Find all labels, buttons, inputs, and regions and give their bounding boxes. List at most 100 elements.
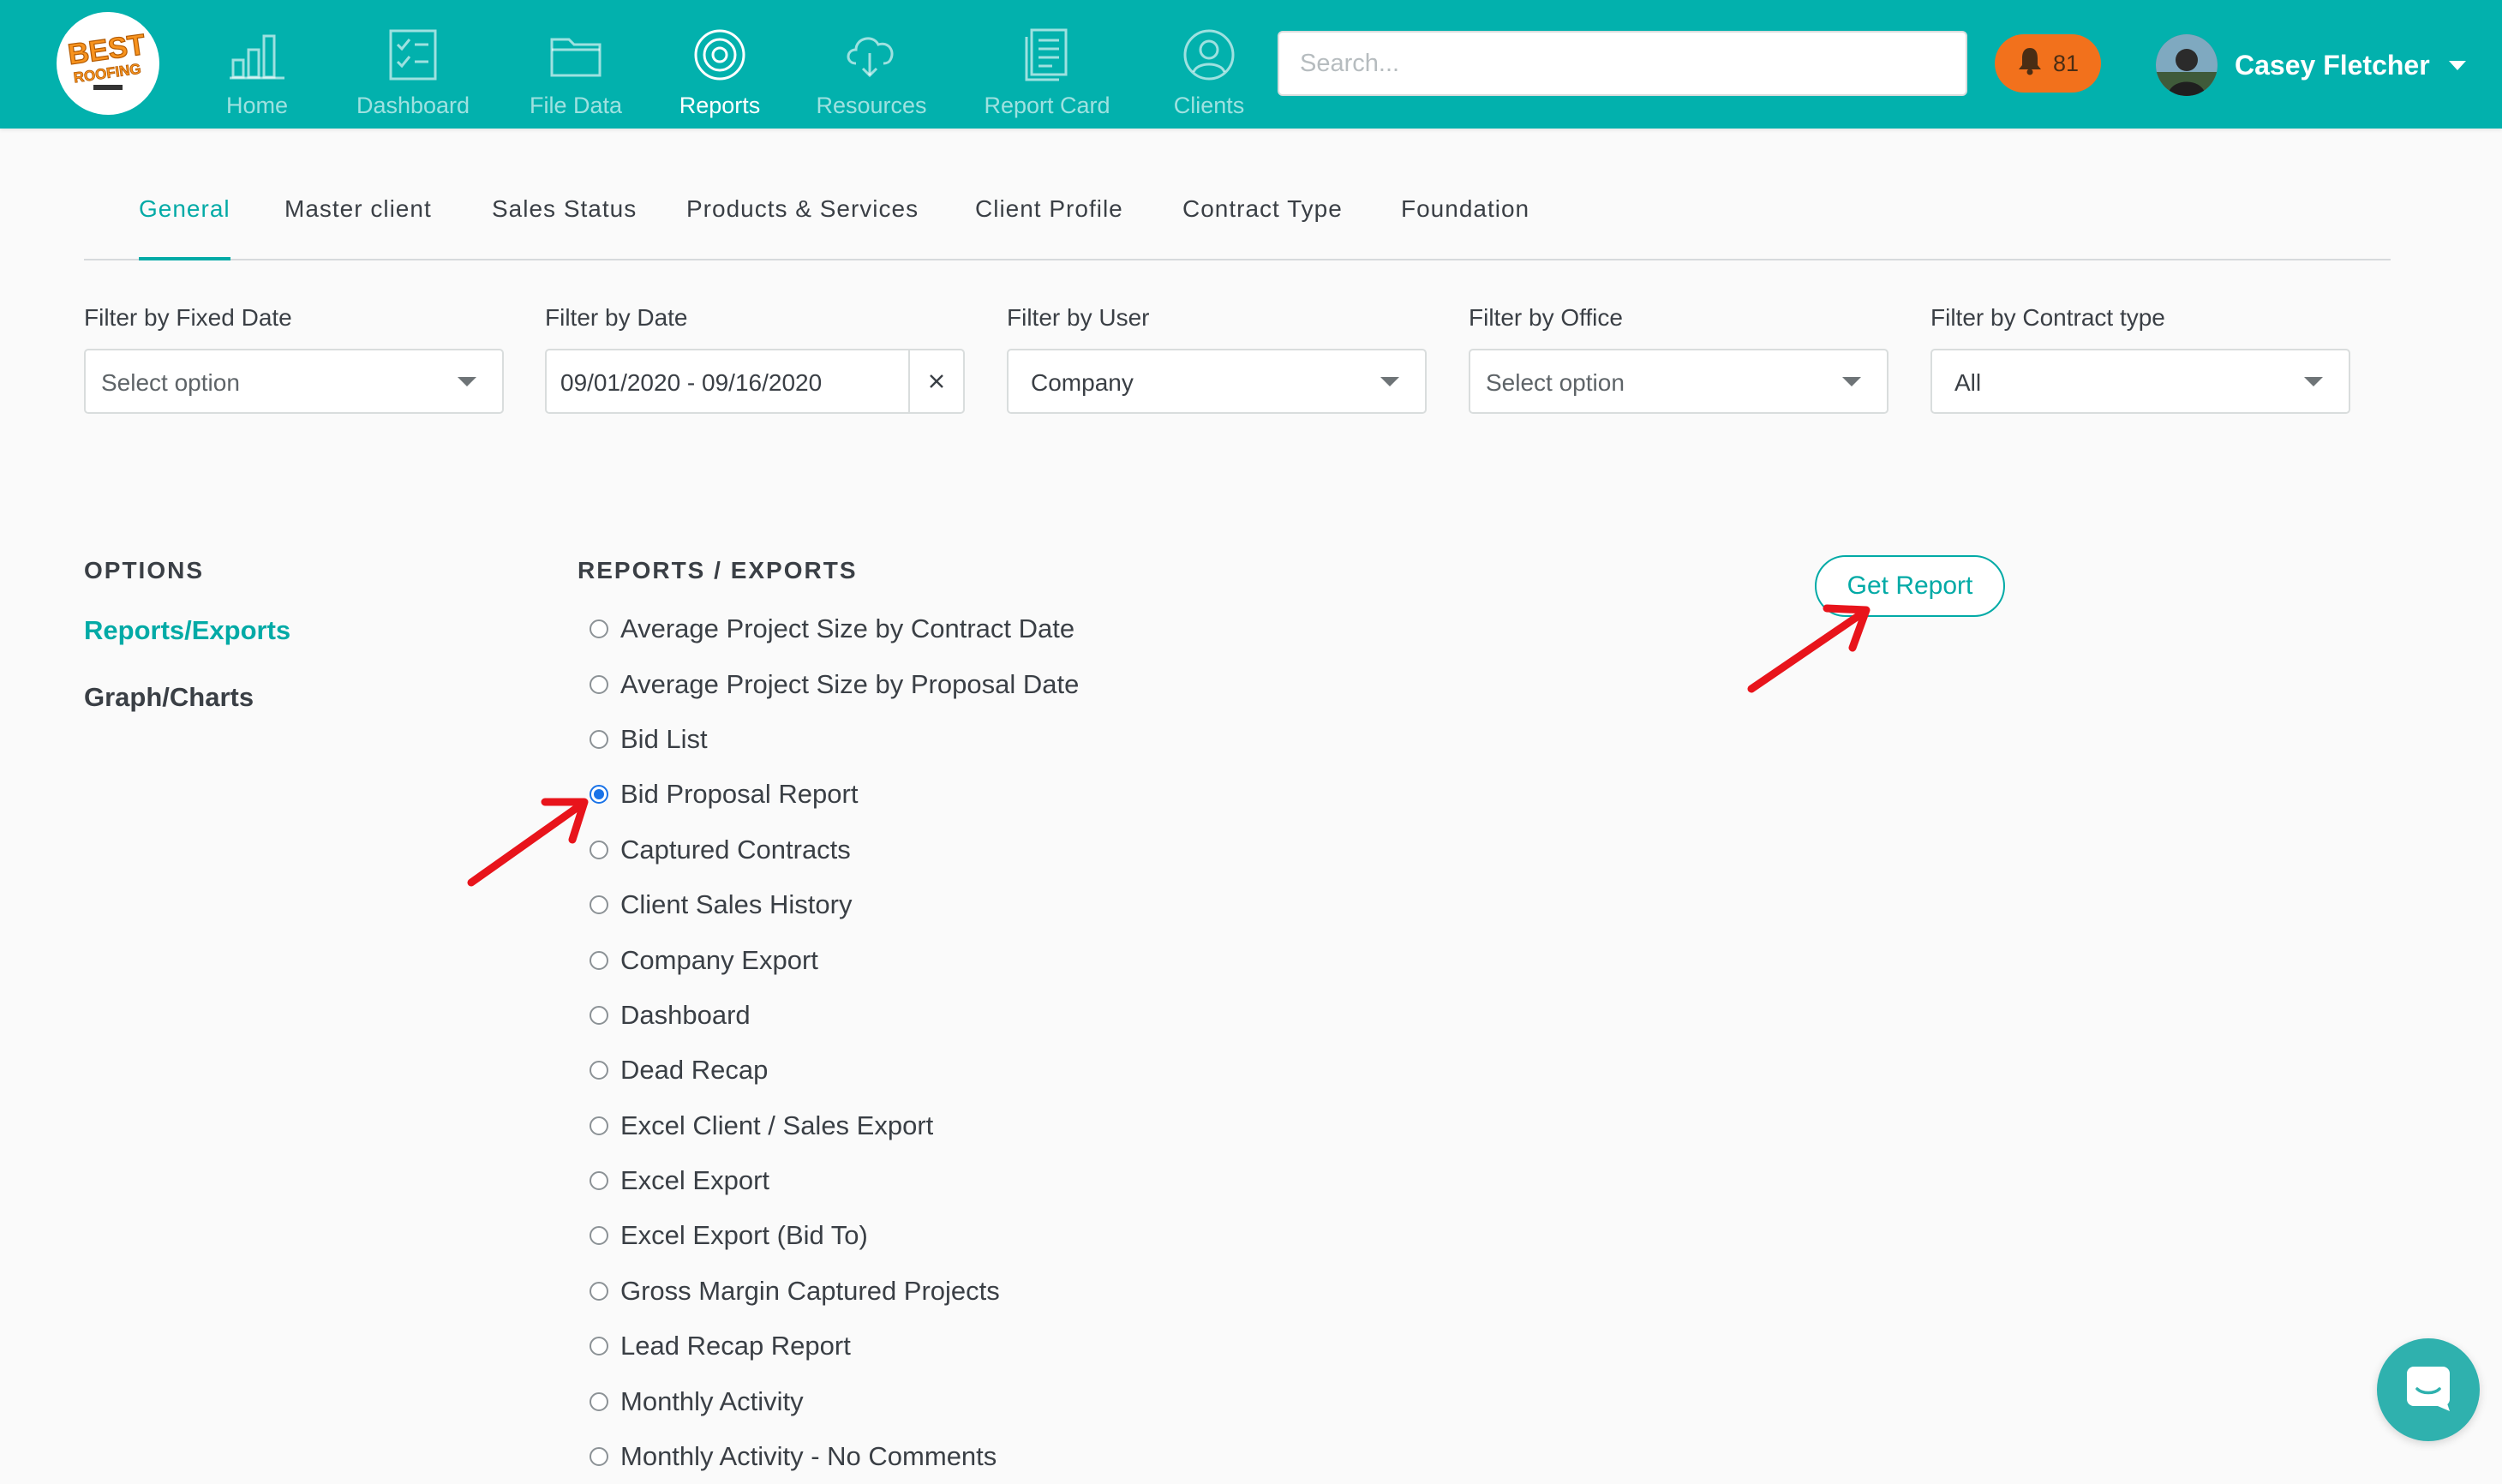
target-icon: [687, 24, 752, 86]
option-reports-exports[interactable]: Reports/Exports: [84, 615, 290, 646]
report-option[interactable]: Client Sales History: [590, 877, 1079, 932]
report-option[interactable]: Dead Recap: [590, 1043, 1079, 1098]
bell-icon: [2017, 46, 2043, 81]
filter-user-value: Company: [1031, 369, 1134, 396]
search-input[interactable]: [1278, 31, 1967, 96]
report-radio[interactable]: [590, 1005, 608, 1025]
filter-contract-type-value: All: [1954, 369, 1982, 396]
tab-master-client[interactable]: Master client: [284, 195, 432, 259]
report-radio[interactable]: [590, 1337, 608, 1356]
report-radio[interactable]: [590, 785, 608, 805]
tab-foundation[interactable]: Foundation: [1401, 195, 1529, 259]
caret-down-icon: [458, 377, 476, 386]
user-name: Casey Fletcher: [2235, 49, 2430, 81]
document-icon: [1015, 24, 1080, 86]
report-option-label: Average Project Size by Contract Date: [620, 613, 1075, 644]
report-option[interactable]: Average Project Size by Contract Date: [590, 601, 1079, 656]
report-option[interactable]: Excel Client / Sales Export: [590, 1098, 1079, 1153]
cloud-download-icon: [839, 24, 904, 86]
report-radio[interactable]: [590, 1171, 608, 1191]
chevron-down-icon: [2448, 60, 2466, 70]
best-roofing-logo[interactable]: BEST ROOFING: [57, 12, 159, 115]
report-radio[interactable]: [590, 840, 608, 859]
nav-dashboard-label: Dashboard: [356, 93, 470, 118]
caret-down-icon: [1842, 377, 1861, 386]
filter-contract-type-label: Filter by Contract type: [1930, 304, 2165, 331]
report-option[interactable]: Monthly Activity: [590, 1373, 1079, 1428]
nav-file-data-label: File Data: [529, 93, 623, 118]
notifications-badge[interactable]: 81: [1995, 34, 2101, 93]
nav-report-card[interactable]: Report Card: [982, 0, 1112, 129]
user-menu[interactable]: Casey Fletcher: [2156, 31, 2466, 99]
report-option-label: Monthly Activity: [620, 1385, 804, 1416]
avatar: [2156, 34, 2218, 96]
report-radio[interactable]: [590, 729, 608, 749]
filter-office-label: Filter by Office: [1469, 304, 1623, 331]
filter-contract-type-select[interactable]: All: [1930, 349, 2350, 414]
filter-date-label: Filter by Date: [545, 304, 688, 331]
report-option[interactable]: Gross Margin Captured Projects: [590, 1264, 1079, 1319]
filter-fixed-date-select[interactable]: Select option: [84, 349, 504, 414]
checklist-icon: [380, 24, 446, 86]
options-heading: OPTIONS: [84, 557, 205, 583]
report-option[interactable]: Bid Proposal Report: [590, 767, 1079, 822]
option-graph-charts[interactable]: Graph/Charts: [84, 682, 254, 713]
nav-clients-label: Clients: [1173, 93, 1245, 118]
report-option-label: Bid Proposal Report: [620, 779, 859, 810]
get-report-button[interactable]: Get Report: [1815, 555, 2005, 617]
report-radio[interactable]: [590, 1447, 608, 1467]
bar-chart-icon: [224, 24, 290, 86]
report-option[interactable]: Excel Export (Bid To): [590, 1208, 1079, 1263]
report-option[interactable]: Captured Contracts: [590, 823, 1079, 877]
report-option-label: Monthly Activity - No Comments: [620, 1441, 997, 1472]
report-radio[interactable]: [590, 619, 608, 639]
report-option-label: Dead Recap: [620, 1055, 769, 1086]
tab-products-services[interactable]: Products & Services: [686, 195, 919, 259]
filter-user-select[interactable]: Company: [1007, 349, 1427, 414]
report-radio-list: Average Project Size by Contract Date Ave…: [590, 601, 1079, 1484]
filter-date-value: 09/01/2020 - 09/16/2020: [560, 369, 823, 396]
nav-home[interactable]: Home: [224, 0, 290, 129]
notification-count: 81: [2052, 50, 2080, 76]
chat-launcher-button[interactable]: [2377, 1338, 2480, 1441]
filter-date-range-field[interactable]: 09/01/2020 - 09/16/2020: [545, 349, 965, 414]
report-radio[interactable]: [590, 1391, 608, 1411]
tab-client-profile[interactable]: Client Profile: [975, 195, 1123, 259]
report-option-label: Lead Recap Report: [620, 1331, 851, 1361]
chat-icon: [2403, 1363, 2453, 1417]
filter-fixed-date-value: Select option: [101, 369, 240, 396]
nav-dashboard[interactable]: Dashboard: [353, 0, 473, 129]
tab-sales-status[interactable]: Sales Status: [492, 195, 637, 259]
report-radio[interactable]: [590, 895, 608, 915]
report-option-label: Captured Contracts: [620, 834, 851, 865]
nav-resources[interactable]: Resources: [816, 0, 927, 129]
report-radio[interactable]: [590, 950, 608, 970]
nav-file-data[interactable]: File Data: [526, 0, 626, 129]
report-option[interactable]: Average Project Size by Proposal Date: [590, 656, 1079, 711]
report-radio[interactable]: [590, 1061, 608, 1080]
nav-report-card-label: Report Card: [984, 93, 1110, 118]
report-option[interactable]: Lead Recap Report: [590, 1319, 1079, 1373]
report-option-label: Bid List: [620, 723, 708, 754]
nav-reports[interactable]: Reports: [677, 0, 763, 129]
report-radio[interactable]: [590, 674, 608, 694]
filter-office-value: Select option: [1486, 369, 1625, 396]
report-option[interactable]: Company Export: [590, 932, 1079, 987]
clear-date-icon[interactable]: [908, 350, 963, 412]
report-radio[interactable]: [590, 1281, 608, 1301]
tab-general[interactable]: General: [139, 195, 230, 260]
report-radio[interactable]: [590, 1116, 608, 1135]
nav-home-label: Home: [225, 93, 289, 118]
report-option[interactable]: Monthly Activity - No Comments: [590, 1429, 1079, 1484]
annotation-arrow-icon: [467, 798, 589, 887]
report-option[interactable]: Bid List: [590, 712, 1079, 767]
report-radio[interactable]: [590, 1226, 608, 1246]
nav-clients[interactable]: Clients: [1172, 0, 1246, 129]
report-option[interactable]: Dashboard: [590, 988, 1079, 1043]
report-option-label: Excel Export (Bid To): [620, 1220, 868, 1251]
tab-contract-type[interactable]: Contract Type: [1182, 195, 1343, 259]
filter-user-label: Filter by User: [1007, 304, 1150, 331]
filter-office-select[interactable]: Select option: [1469, 349, 1888, 414]
report-option[interactable]: Excel Export: [590, 1153, 1079, 1208]
reports-exports-heading: REPORTS / EXPORTS: [578, 557, 858, 583]
